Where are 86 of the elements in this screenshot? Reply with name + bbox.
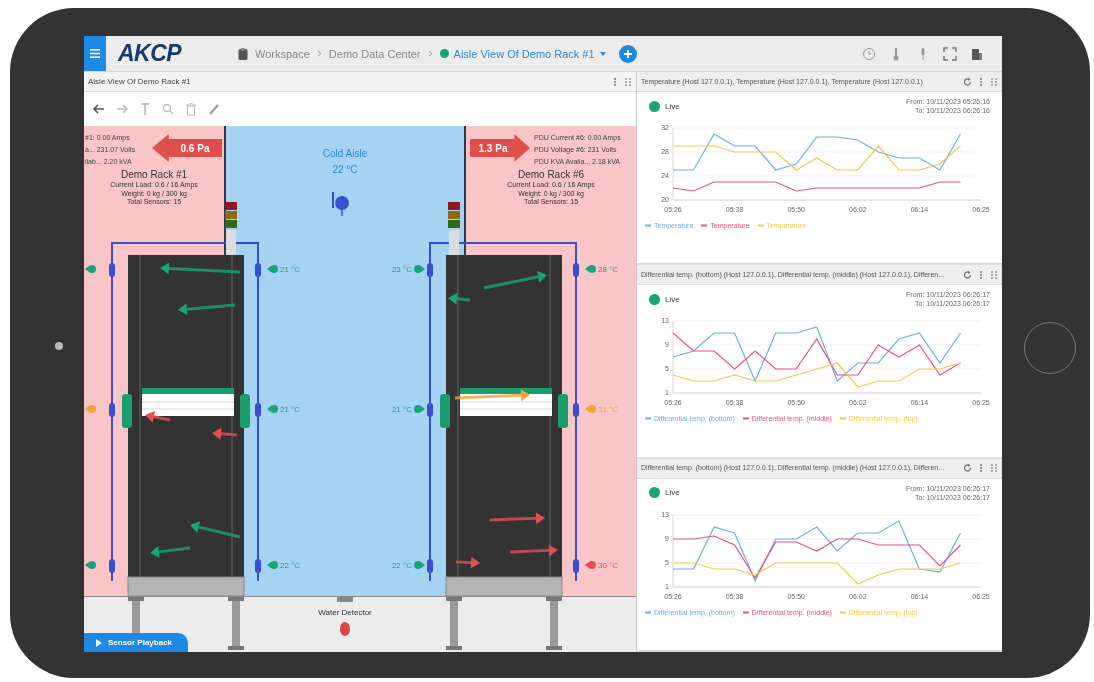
logo: AKCP [118, 40, 183, 67]
search-icon[interactable] [161, 102, 175, 116]
airflow-arrow [212, 427, 238, 440]
live-status-icon [649, 100, 660, 112]
status-dot-icon [439, 49, 449, 58]
pencil-icon[interactable] [207, 102, 221, 116]
drag-handle-icon[interactable] [990, 463, 998, 474]
door-handle [558, 394, 568, 428]
rack-name: Demo Rack #6 [516, 168, 586, 181]
more-icon[interactable] [979, 269, 983, 280]
airflow-arrow [448, 292, 471, 305]
live-label: Live [665, 488, 680, 498]
stack-light [448, 202, 460, 255]
refresh-icon[interactable] [963, 269, 972, 280]
rack-leg [446, 597, 462, 650]
forward-arrow-icon[interactable] [115, 102, 129, 116]
legend-swatch-icon [839, 417, 846, 421]
airflow-arrow [483, 270, 547, 290]
chevron-icon [316, 50, 322, 57]
add-button[interactable] [618, 44, 637, 63]
more-icon[interactable] [979, 76, 983, 87]
legend-swatch-icon [742, 417, 749, 421]
drag-handle-icon[interactable] [990, 269, 998, 280]
breadcrumb-link[interactable]: Aisle View Of Demo Rack #1 [439, 47, 606, 60]
live-status-icon [649, 487, 660, 499]
breadcrumb-link[interactable]: Workspace [255, 47, 310, 60]
drag-handle-icon[interactable] [990, 76, 998, 87]
legend-swatch-icon [757, 224, 764, 227]
panel-title: Aisle View Of Demo Rack #1 [88, 77, 191, 86]
sensor-playback-button[interactable]: Sensor Playback [84, 633, 188, 652]
temperature-reading: 22 °C [280, 560, 301, 570]
sensor-probe-icon [332, 191, 349, 217]
chevron-icon [427, 50, 433, 57]
camera-icon [54, 341, 64, 351]
temperature-reading: 21 °C [280, 404, 301, 414]
rack-leg [546, 597, 562, 650]
door-handle [440, 394, 450, 428]
aisle-label: Cold Aisle [321, 147, 369, 161]
temperature-reading: 23 °C [391, 264, 412, 274]
legend-swatch-icon [701, 224, 708, 227]
door-handle [240, 394, 250, 428]
play-icon [96, 638, 102, 647]
stack-light [225, 202, 237, 255]
drag-handle-icon[interactable] [624, 76, 632, 87]
refresh-icon[interactable] [963, 463, 972, 474]
more-icon[interactable] [979, 463, 983, 474]
rack-leg [228, 597, 244, 650]
airflow-arrow [455, 556, 480, 569]
menu-icon [90, 49, 100, 58]
legend-swatch-icon [742, 610, 749, 614]
temperature-reading: 30 °C [598, 560, 619, 570]
legend-swatch-icon [839, 610, 846, 614]
temperature-reading: 28 °C [598, 264, 619, 274]
temperature-reading: 21 °C [280, 264, 301, 274]
legend-swatch-icon [645, 224, 651, 227]
temperature-reading: 31 °C [598, 404, 619, 414]
aisle-temperature: 22 °C [331, 163, 359, 177]
sensor-label: Water Detector [317, 608, 373, 617]
door-handle [122, 394, 132, 428]
airflow-arrow [150, 545, 191, 558]
live-status-icon [649, 293, 660, 305]
legend-swatch-icon [645, 610, 651, 614]
back-arrow-icon[interactable] [92, 102, 106, 116]
menu-button[interactable] [84, 36, 106, 71]
airflow-arrow [178, 303, 236, 316]
clock-icon[interactable] [862, 46, 876, 61]
live-label: Live [665, 101, 680, 111]
clipboard-icon [238, 47, 248, 60]
more-icon[interactable] [613, 76, 617, 87]
airflow-arrow [509, 544, 558, 557]
temperature-reading: 21 °C [391, 404, 412, 414]
live-label: Live [665, 294, 680, 304]
legend-swatch-icon [645, 417, 651, 421]
airflow-arrow [489, 512, 545, 525]
fullscreen-icon[interactable] [943, 46, 957, 61]
plus-icon [622, 48, 633, 59]
airflow-arrow [190, 521, 241, 539]
text-icon[interactable] [138, 102, 152, 116]
device-icon[interactable] [970, 46, 984, 61]
trash-icon[interactable] [184, 102, 198, 116]
rack-name: Demo Rack #1 [119, 168, 189, 181]
refresh-icon[interactable] [963, 76, 972, 87]
temperature-reading: 22 °C [391, 560, 412, 570]
breadcrumb-link[interactable]: Demo Data Center [328, 47, 421, 60]
caret-icon [599, 51, 606, 56]
airflow-arrow [145, 410, 171, 423]
